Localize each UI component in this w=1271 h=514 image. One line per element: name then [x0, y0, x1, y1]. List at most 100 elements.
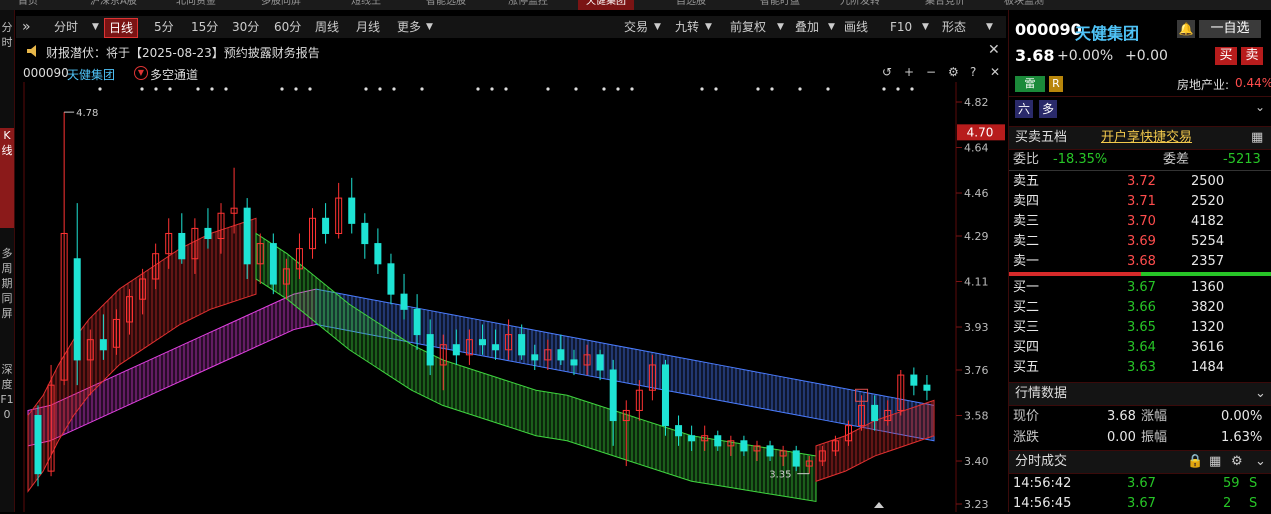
y-tick-label: 3.76: [964, 364, 989, 377]
asks-row[interactable]: 卖一 3.68 2357: [1013, 252, 1267, 272]
left-tab-f10[interactable]: 深度F10: [0, 362, 14, 462]
pattern-dropdown-icon[interactable]: ▼: [982, 18, 997, 36]
y-tick-label: 4.29: [964, 230, 989, 243]
sub-tab-duo[interactable]: 多: [1039, 100, 1057, 118]
tool-draw[interactable]: 画线: [840, 18, 872, 36]
overlay-dropdown-icon[interactable]: ▼: [824, 18, 839, 36]
kline-chart[interactable]: 4.82 4.64 4.46 4.29 4.11 3.93 3.76 3.58 3.40 3.23…: [16, 82, 1006, 512]
asks-row[interactable]: 卖四 3.71 2520: [1013, 192, 1267, 212]
period-30min[interactable]: 30分: [228, 18, 263, 36]
bids-label: 买三: [1013, 318, 1039, 338]
period-fenshi[interactable]: 分时: [50, 18, 82, 36]
indicator-name[interactable]: 多空通道: [150, 66, 198, 83]
left-tab-fenshi[interactable]: 分时: [0, 20, 14, 70]
period-weekly[interactable]: 周线: [311, 18, 343, 36]
buy-button[interactable]: 买: [1215, 47, 1237, 65]
top-tab[interactable]: 短线王: [343, 0, 389, 10]
top-tab[interactable]: 自选股: [668, 0, 714, 10]
asks-price: 3.68: [1127, 252, 1156, 272]
settings-icon[interactable]: ⚙: [948, 65, 959, 79]
settings2-icon[interactable]: ⚙: [1231, 451, 1243, 473]
top-tab[interactable]: 涨停监控: [500, 0, 556, 10]
bids-row[interactable]: 买五 3.63 1484: [1013, 358, 1267, 378]
top-tab[interactable]: 智能盯盘: [752, 0, 808, 10]
bids-row[interactable]: 买四 3.64 3616: [1013, 338, 1267, 358]
top-tab[interactable]: 多股同屏: [253, 0, 309, 10]
calc-icon[interactable]: ▦: [1251, 127, 1263, 149]
bids-row[interactable]: 买一 3.67 1360: [1013, 278, 1267, 298]
adjust-dropdown-icon[interactable]: ▼: [773, 18, 788, 36]
candle-body: [493, 345, 499, 350]
tool-jiuzhuan[interactable]: 九转: [671, 18, 703, 36]
asks-row[interactable]: 卖二 3.69 5254: [1013, 232, 1267, 252]
period-monthly[interactable]: 月线: [352, 18, 384, 36]
period-60min[interactable]: 60分: [270, 18, 305, 36]
asks-label: 卖四: [1013, 192, 1039, 212]
xianjia-label: 现价: [1013, 407, 1039, 427]
fenshi-dropdown-icon[interactable]: ▼: [88, 18, 103, 36]
tool-overlay[interactable]: 叠加: [791, 18, 823, 36]
asks-row[interactable]: 卖三 3.70 4182: [1013, 212, 1267, 232]
f10-dropdown-icon[interactable]: ▼: [918, 18, 933, 36]
event-marker-dot: [392, 87, 395, 90]
left-tab-multi-period[interactable]: 多周期同屏: [0, 246, 14, 346]
add-watch-button[interactable]: 一自选: [1199, 20, 1261, 38]
sector-label[interactable]: 房地产业:: [1177, 76, 1229, 93]
bids-price: 3.66: [1127, 298, 1156, 318]
bids-row[interactable]: 买二 3.66 3820: [1013, 298, 1267, 318]
weibi-label: 委比: [1013, 150, 1039, 170]
top-tab[interactable]: 智能选股: [418, 0, 474, 10]
bids-volume: 1360: [1191, 278, 1224, 298]
bids-row[interactable]: 买三 3.65 1320: [1013, 318, 1267, 338]
tool-adjust[interactable]: 前复权: [726, 18, 770, 36]
r-tag[interactable]: R: [1049, 76, 1063, 92]
ask-bid-ratio-green: [1141, 272, 1271, 276]
tool-trade[interactable]: 交易: [620, 18, 652, 36]
zoom-out-icon[interactable]: −: [926, 65, 936, 79]
tick-vol: 2: [1223, 494, 1231, 514]
indicator-dropdown-icon[interactable]: ▼: [134, 66, 148, 80]
zoom-in-icon[interactable]: +: [904, 65, 914, 79]
trade-dropdown-icon[interactable]: ▼: [650, 18, 665, 36]
top-tab[interactable]: 沪深京A股: [82, 0, 145, 10]
period-15min[interactable]: 15分: [187, 18, 222, 36]
quote-collapse-icon[interactable]: ⌄: [1255, 383, 1266, 405]
tool-pattern[interactable]: 形态: [938, 18, 970, 36]
lock-icon[interactable]: 🔒: [1187, 451, 1203, 473]
top-tab[interactable]: 九阶发转: [832, 0, 888, 10]
quick-trade-link[interactable]: 开户享快捷交易: [1101, 127, 1192, 149]
grid-icon[interactable]: ▦: [1209, 451, 1221, 473]
y-tick-label: 4.46: [964, 187, 989, 200]
top-tab[interactable]: 天健集团: [578, 0, 634, 10]
more-dropdown-icon[interactable]: ▼: [422, 18, 437, 36]
bell-icon[interactable]: 🔔: [1177, 20, 1195, 38]
collapse-icon[interactable]: ⌄: [1255, 100, 1265, 114]
ticks-collapse-icon[interactable]: ⌄: [1255, 451, 1266, 473]
period-5min[interactable]: 5分: [150, 18, 178, 36]
refresh-icon[interactable]: ↺: [882, 65, 892, 79]
thunder-tag[interactable]: 雷: [1015, 76, 1045, 92]
jiuzhuan-dropdown-icon[interactable]: ▼: [701, 18, 716, 36]
chart-close-icon[interactable]: ✕: [990, 65, 1000, 79]
sub-tab-liu[interactable]: 六: [1015, 100, 1033, 118]
quote-header: 行情数据 ⌄: [1009, 382, 1271, 406]
top-tab[interactable]: 板块监测: [996, 0, 1052, 10]
weicha-label: 委差: [1163, 150, 1189, 170]
sell-button[interactable]: 卖: [1241, 47, 1263, 65]
period-more[interactable]: 更多: [393, 18, 425, 36]
top-tab[interactable]: 首页: [10, 0, 46, 10]
tool-f10[interactable]: F10: [886, 18, 916, 36]
left-tab-kline[interactable]: K线: [0, 128, 14, 228]
candle-body: [558, 350, 564, 360]
candle-body: [872, 405, 878, 420]
top-tab[interactable]: 北向资金: [168, 0, 224, 10]
expand-icon[interactable]: »: [18, 18, 35, 36]
asks-row[interactable]: 卖五 3.72 2500: [1013, 172, 1267, 192]
period-daily[interactable]: 日线: [104, 18, 138, 38]
bids-label: 买二: [1013, 298, 1039, 318]
notice-close-icon[interactable]: ✕: [988, 42, 1000, 58]
candle-body: [35, 416, 41, 474]
top-tab[interactable]: 集合竞价: [917, 0, 973, 10]
y-tick-label: 4.11: [964, 276, 989, 289]
help-icon[interactable]: ?: [970, 65, 976, 79]
